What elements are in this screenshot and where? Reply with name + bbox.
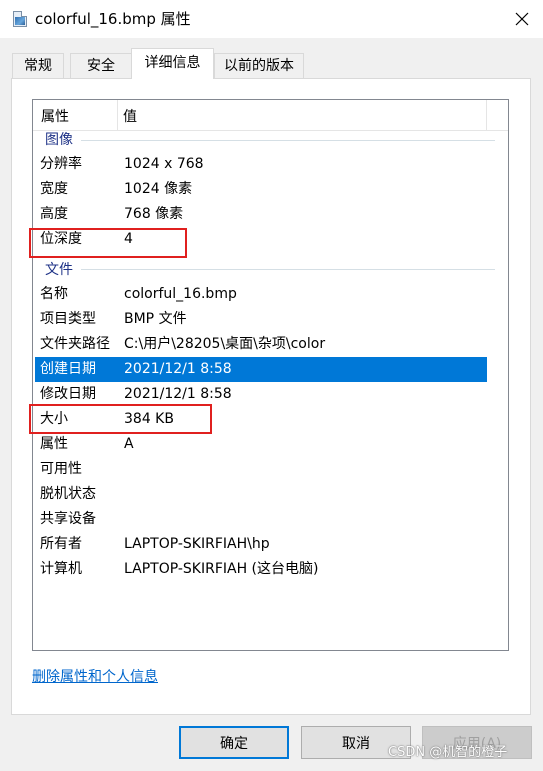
property-name: 所有者	[40, 536, 82, 552]
property-name: 创建日期	[40, 361, 96, 377]
tab-details[interactable]: 详细信息	[131, 48, 214, 79]
list-item[interactable]: 脱机状态	[35, 482, 487, 507]
list-item[interactable]: 文件夹路径 C:\用户\28205\桌面\杂项\color	[35, 332, 487, 357]
property-value: 2021/12/1 8:58	[124, 386, 232, 402]
ok-button[interactable]: 确定	[179, 726, 289, 759]
property-name: 可用性	[40, 461, 82, 477]
list-item[interactable]: 高度 768 像素	[35, 202, 487, 227]
window-title: colorful_16.bmp 属性	[35, 10, 191, 28]
group-divider	[81, 269, 495, 270]
bmp-file-icon	[13, 11, 27, 27]
property-name: 共享设备	[40, 511, 96, 527]
property-name: 名称	[40, 286, 68, 302]
close-button[interactable]	[500, 0, 543, 38]
property-name: 宽度	[40, 181, 68, 197]
group-divider	[81, 140, 495, 141]
column-header-value[interactable]: 值	[123, 107, 137, 127]
list-item[interactable]: 分辨率 1024 x 768	[35, 152, 487, 177]
list-item[interactable]: 属性 A	[35, 432, 487, 457]
list-item[interactable]: 可用性	[35, 457, 487, 482]
annotation-box-size	[29, 404, 212, 434]
property-name: 属性	[40, 436, 68, 452]
property-list[interactable]: 属性 值 图像 分辨率 1024 x 768 宽度 1024 像素 高度 768…	[32, 99, 509, 651]
property-value: 1024 像素	[124, 181, 193, 197]
list-item[interactable]: 共享设备	[35, 507, 487, 532]
column-divider[interactable]	[117, 100, 118, 130]
property-value: colorful_16.bmp	[124, 286, 237, 302]
property-name: 分辨率	[40, 156, 82, 172]
tab-general[interactable]: 常规	[12, 53, 64, 80]
remove-properties-link[interactable]: 删除属性和个人信息	[32, 668, 158, 686]
column-divider[interactable]	[486, 100, 487, 130]
property-name: 计算机	[40, 561, 82, 577]
property-name: 修改日期	[40, 386, 96, 402]
watermark-text: CSDN @机智的橙子	[388, 745, 508, 760]
property-name: 高度	[40, 206, 68, 222]
annotation-box-bit-depth	[29, 228, 187, 258]
properties-dialog: colorful_16.bmp 属性 常规 安全 详细信息 以前的版本 属性 值…	[0, 0, 543, 771]
list-item[interactable]: 宽度 1024 像素	[35, 177, 487, 202]
property-value: BMP 文件	[124, 311, 187, 327]
group-header-file: 文件	[45, 262, 73, 278]
property-name: 项目类型	[40, 311, 96, 327]
tab-previous-versions[interactable]: 以前的版本	[214, 53, 304, 80]
property-name: 文件夹路径	[40, 336, 110, 352]
tab-security[interactable]: 安全	[70, 53, 132, 80]
property-value: LAPTOP-SKIRFIAH (这台电脑)	[124, 561, 319, 577]
list-item[interactable]: 名称 colorful_16.bmp	[35, 282, 487, 307]
property-value: 2021/12/1 8:58	[124, 361, 232, 377]
property-value: C:\用户\28205\桌面\杂项\color	[124, 336, 326, 352]
property-name: 脱机状态	[40, 486, 96, 502]
list-item[interactable]: 计算机 LAPTOP-SKIRFIAH (这台电脑)	[35, 557, 487, 582]
property-value: 768 像素	[124, 206, 184, 222]
list-item[interactable]: 项目类型 BMP 文件	[35, 307, 487, 332]
list-item[interactable]: 所有者 LAPTOP-SKIRFIAH\hp	[35, 532, 487, 557]
property-value: LAPTOP-SKIRFIAH\hp	[124, 536, 270, 552]
column-header-property[interactable]: 属性	[41, 107, 117, 127]
details-panel: 属性 值 图像 分辨率 1024 x 768 宽度 1024 像素 高度 768…	[11, 78, 531, 715]
title-bar: colorful_16.bmp 属性	[0, 0, 543, 38]
list-item-selected[interactable]: 创建日期 2021/12/1 8:58	[35, 357, 487, 382]
property-value: 1024 x 768	[124, 156, 204, 172]
group-header-image: 图像	[45, 132, 73, 148]
list-header: 属性 值	[33, 100, 508, 131]
property-value: A	[124, 436, 134, 452]
close-icon	[515, 12, 528, 26]
